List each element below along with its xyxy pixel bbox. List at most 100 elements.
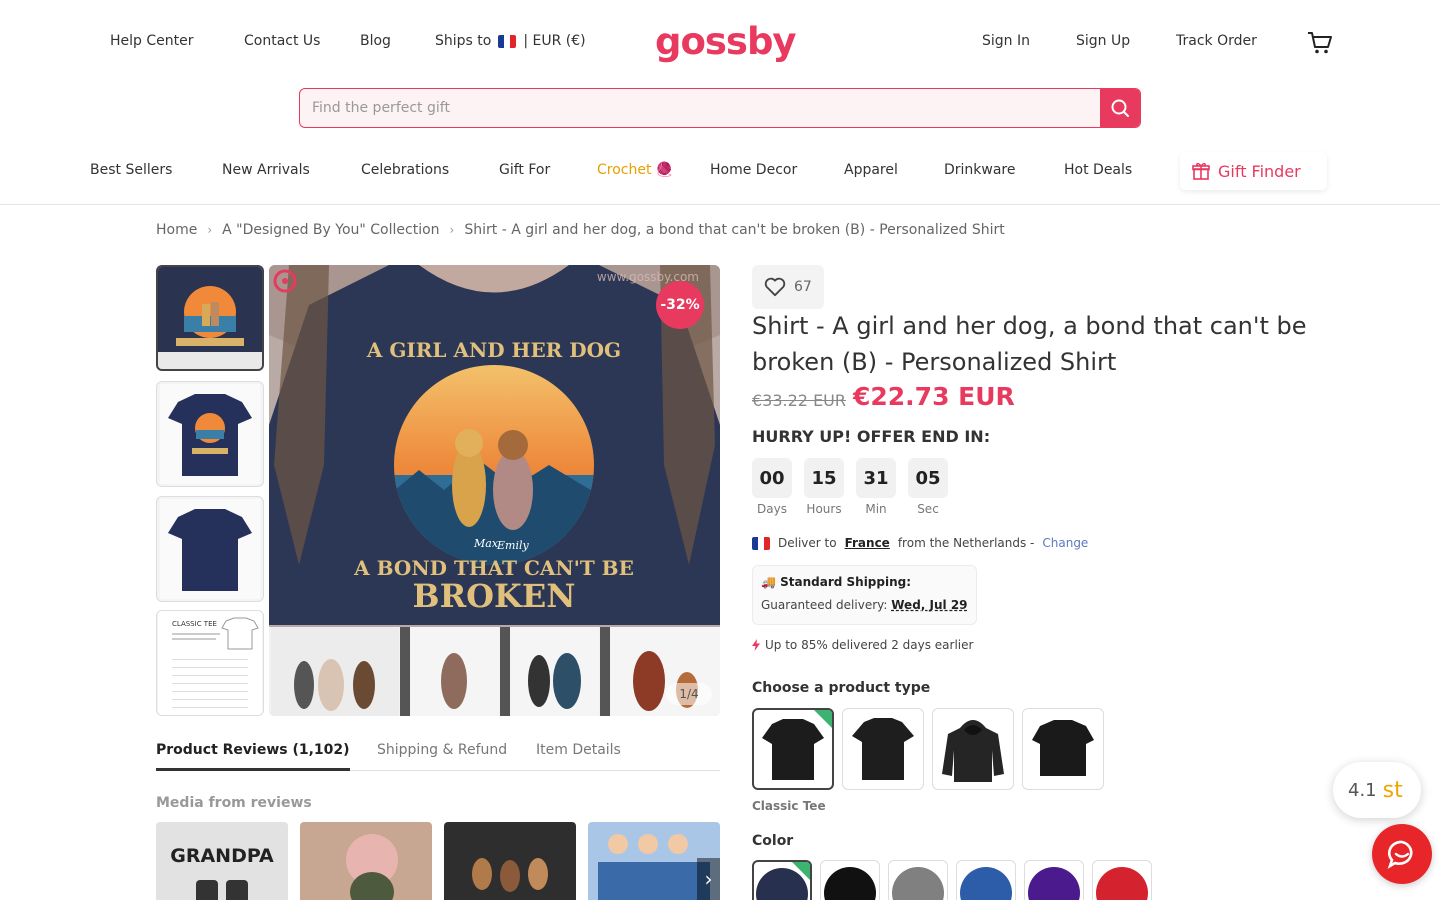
deliver-suffix: from the Netherlands - (897, 536, 1035, 550)
thumbnail-1[interactable] (156, 265, 264, 371)
search-icon (1111, 99, 1129, 117)
product-type-hoodie[interactable] (932, 708, 1014, 790)
guaranteed-delivery-label: Guaranteed delivery: (761, 598, 888, 612)
active-tab-indicator (156, 768, 350, 771)
countdown-minutes-label: Min (865, 502, 887, 516)
color-swatch-gray[interactable] (888, 860, 948, 900)
ships-to-selector[interactable]: Ships to | EUR (€) (435, 33, 586, 49)
swatch-dot (756, 868, 808, 900)
deliver-country: France (844, 536, 890, 550)
live-chat-button[interactable] (1372, 824, 1432, 884)
sale-price: €22.73 EUR (853, 382, 1015, 411)
countdown-days: 00 (752, 458, 792, 498)
countdown-hours: 15 (804, 458, 844, 498)
color-swatch-black[interactable] (820, 860, 880, 900)
chevron-right-icon: › (449, 223, 455, 237)
search-input[interactable] (300, 89, 1090, 127)
breadcrumb: Home › A "Designed By You" Collection › … (156, 222, 1005, 238)
track-order-link[interactable]: Track Order (1176, 33, 1257, 49)
product-type-title: Choose a product type (752, 680, 931, 696)
shipping-title: 🚚 Standard Shipping: (761, 575, 912, 589)
breadcrumb-collection[interactable]: A "Designed By You" Collection (222, 222, 439, 238)
product-shirt-image: Max Emily A GIRL AND HER DOG A BOND THAT… (269, 265, 720, 716)
help-center-link[interactable]: Help Center (110, 33, 194, 49)
blog-link[interactable]: Blog (360, 33, 391, 49)
print-name-1: Max (473, 537, 499, 550)
nav-crochet[interactable]: Crochet 🧶 (597, 162, 673, 178)
review-media-2[interactable] (300, 822, 432, 900)
color-title: Color (752, 833, 794, 849)
review-media-3[interactable] (444, 822, 576, 900)
guaranteed-delivery-row: Guaranteed delivery: Wed, Jul 29 (761, 598, 968, 612)
gift-finder-label: Gift Finder (1218, 161, 1301, 181)
product-type-v-tee[interactable] (1022, 708, 1104, 790)
sign-in-link[interactable]: Sign In (982, 33, 1030, 49)
color-swatch-navy[interactable] (752, 860, 812, 900)
countdown-seconds: 05 (908, 458, 948, 498)
color-swatch-royal-blue[interactable] (956, 860, 1016, 900)
breadcrumb-current: Shirt - A girl and her dog, a bond that … (464, 222, 1005, 238)
thumbnail-4-size-chart[interactable]: CLASSIC TEE (156, 610, 264, 716)
review-media-3-image (444, 822, 576, 900)
main-product-image[interactable]: Max Emily A GIRL AND HER DOG A BOND THAT… (269, 265, 720, 716)
ships-to-label: Ships to (435, 33, 492, 49)
gossby-logo[interactable]: gossby (655, 20, 797, 63)
nav-drinkware[interactable]: Drinkware (944, 162, 1016, 178)
wishlist-button[interactable]: 67 (752, 265, 824, 309)
review-media-1[interactable]: GRANDPA (156, 822, 288, 900)
size-chart-title: CLASSIC TEE (172, 620, 217, 628)
chevron-right-icon: › (207, 223, 213, 237)
thumbnail-1-image (158, 267, 262, 369)
thumbnail-2[interactable] (156, 381, 264, 487)
thumbnail-4-image: CLASSIC TEE (158, 611, 262, 715)
nav-hot-deals[interactable]: Hot Deals (1064, 162, 1132, 178)
media-from-reviews-title: Media from reviews (156, 795, 312, 811)
swatch-dot (960, 867, 1012, 900)
nav-new-arrivals[interactable]: New Arrivals (222, 162, 310, 178)
thumbnail-3[interactable] (156, 496, 264, 602)
deliver-prefix: Deliver to (778, 536, 837, 550)
review-media-2-image (300, 822, 432, 900)
product-type-premium-tee[interactable] (842, 708, 924, 790)
nav-gift-for[interactable]: Gift For (499, 162, 550, 178)
rating-suffix: st (1382, 777, 1403, 803)
color-swatch-red[interactable] (1092, 860, 1152, 900)
delivery-date[interactable]: Wed, Jul 29 (891, 598, 967, 612)
swatch-dot (1028, 867, 1080, 900)
gift-finder-button[interactable]: Gift Finder (1180, 152, 1327, 190)
image-counter: 1/4 (666, 683, 712, 705)
swatch-dot (892, 867, 944, 900)
countdown-hours-label: Hours (806, 502, 842, 516)
countdown-seconds-label: Sec (917, 502, 939, 516)
change-country-link[interactable]: Change (1042, 536, 1088, 550)
color-swatch-purple[interactable] (1024, 860, 1084, 900)
print-big-text: BROKEN (413, 577, 576, 615)
search-bar (299, 88, 1141, 128)
france-flag-icon (498, 34, 517, 48)
search-button[interactable] (1100, 89, 1140, 127)
tab-product-reviews[interactable]: Product Reviews (1,102) (156, 742, 350, 758)
review-media-1-image: GRANDPA (156, 822, 288, 900)
nav-home-decor[interactable]: Home Decor (710, 162, 797, 178)
print-name-2: Emily (496, 539, 529, 552)
currency-label: | EUR (€) (523, 33, 586, 49)
tab-item-details[interactable]: Item Details (536, 742, 621, 758)
nav-best-sellers[interactable]: Best Sellers (90, 162, 172, 178)
nav-apparel[interactable]: Apparel (844, 162, 898, 178)
product-type-classic-tee[interactable] (752, 708, 834, 790)
swatch-dot (1096, 867, 1148, 900)
breadcrumb-home[interactable]: Home (156, 222, 197, 238)
rating-widget[interactable]: 4.1 st (1333, 762, 1421, 818)
sign-up-link[interactable]: Sign Up (1076, 33, 1130, 49)
tab-shipping-refund[interactable]: Shipping & Refund (377, 742, 507, 758)
thumbnail-3-image (160, 499, 260, 599)
cart-icon[interactable] (1307, 31, 1333, 55)
wishlist-count: 67 (794, 279, 812, 295)
france-flag-icon (752, 536, 770, 550)
nav-celebrations[interactable]: Celebrations (361, 162, 449, 178)
original-price: €33.22 EUR (752, 391, 847, 410)
swatch-dot (824, 867, 876, 900)
media-next-arrow-icon[interactable]: › (697, 858, 720, 900)
contact-us-link[interactable]: Contact Us (244, 33, 320, 49)
product-title: Shirt - A girl and her dog, a bond that … (752, 312, 1307, 376)
